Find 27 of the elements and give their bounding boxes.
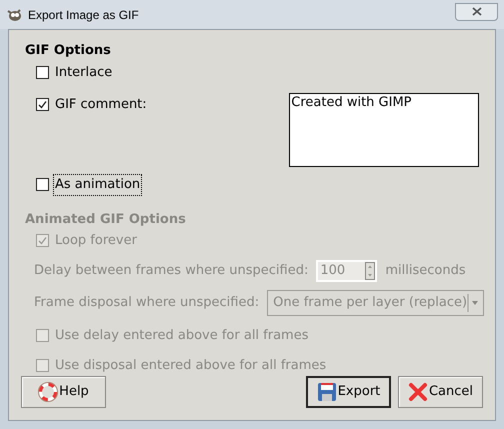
section-heading: Animated GIF Options — [25, 210, 187, 228]
cancel-button[interactable]: Cancel — [398, 376, 483, 408]
checkbox-label: Interlace — [54, 64, 114, 82]
checkbox-label: Use delay entered above for all frames — [54, 326, 310, 344]
spin-arrows-icon — [365, 262, 376, 280]
disposal-label: Frame disposal where unspecified: — [34, 294, 260, 312]
comment-field[interactable]: Created with GIMP — [289, 93, 479, 167]
checkbox[interactable] — [36, 98, 49, 112]
export-button[interactable]: Export — [306, 376, 391, 408]
checkmark-icon — [38, 236, 47, 246]
section-heading: GIF Options — [25, 42, 112, 60]
checkbox[interactable] — [36, 66, 49, 79]
close-button[interactable] — [455, 2, 498, 20]
window-title: Export Image as GIF — [28, 6, 139, 24]
checkmark-icon — [38, 100, 47, 110]
cross-icon — [408, 382, 428, 402]
unit-label: milliseconds — [385, 262, 466, 280]
close-icon — [472, 7, 482, 16]
wilber-icon — [6, 8, 22, 22]
checkbox-label: As animation — [54, 175, 142, 194]
checkbox-label: GIF comment: — [54, 96, 148, 114]
delay-label: Delay between frames where unspecified: — [34, 262, 308, 280]
checkbox-label: Loop forever — [54, 232, 138, 250]
checkbox[interactable] — [36, 178, 49, 192]
help-button[interactable]: Help — [21, 376, 106, 408]
lifebuoy-icon — [38, 382, 58, 402]
checkbox-label: Use disposal entered above for all frames — [54, 357, 328, 375]
